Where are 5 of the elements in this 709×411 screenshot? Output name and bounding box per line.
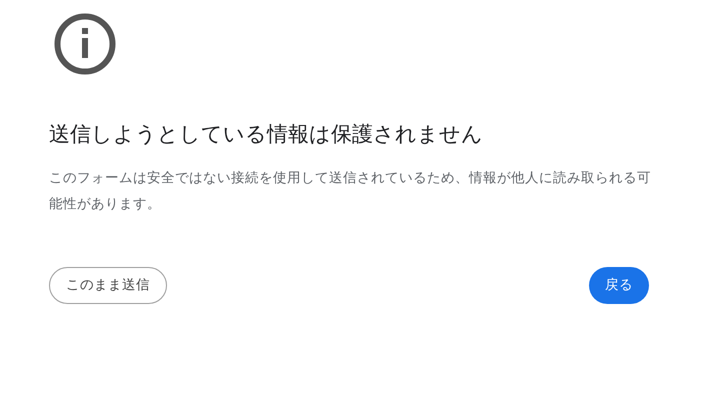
warning-message: このフォームは安全ではない接続を使用して送信されているため、情報が他人に読み取られる可能性があります。 [49, 169, 652, 214]
warning-title: 送信しようとしている情報は保護されません [49, 121, 484, 148]
send-anyway-button[interactable]: このまま送信 [49, 267, 167, 304]
info-icon [54, 13, 116, 75]
back-button[interactable]: 戻る [589, 267, 649, 304]
